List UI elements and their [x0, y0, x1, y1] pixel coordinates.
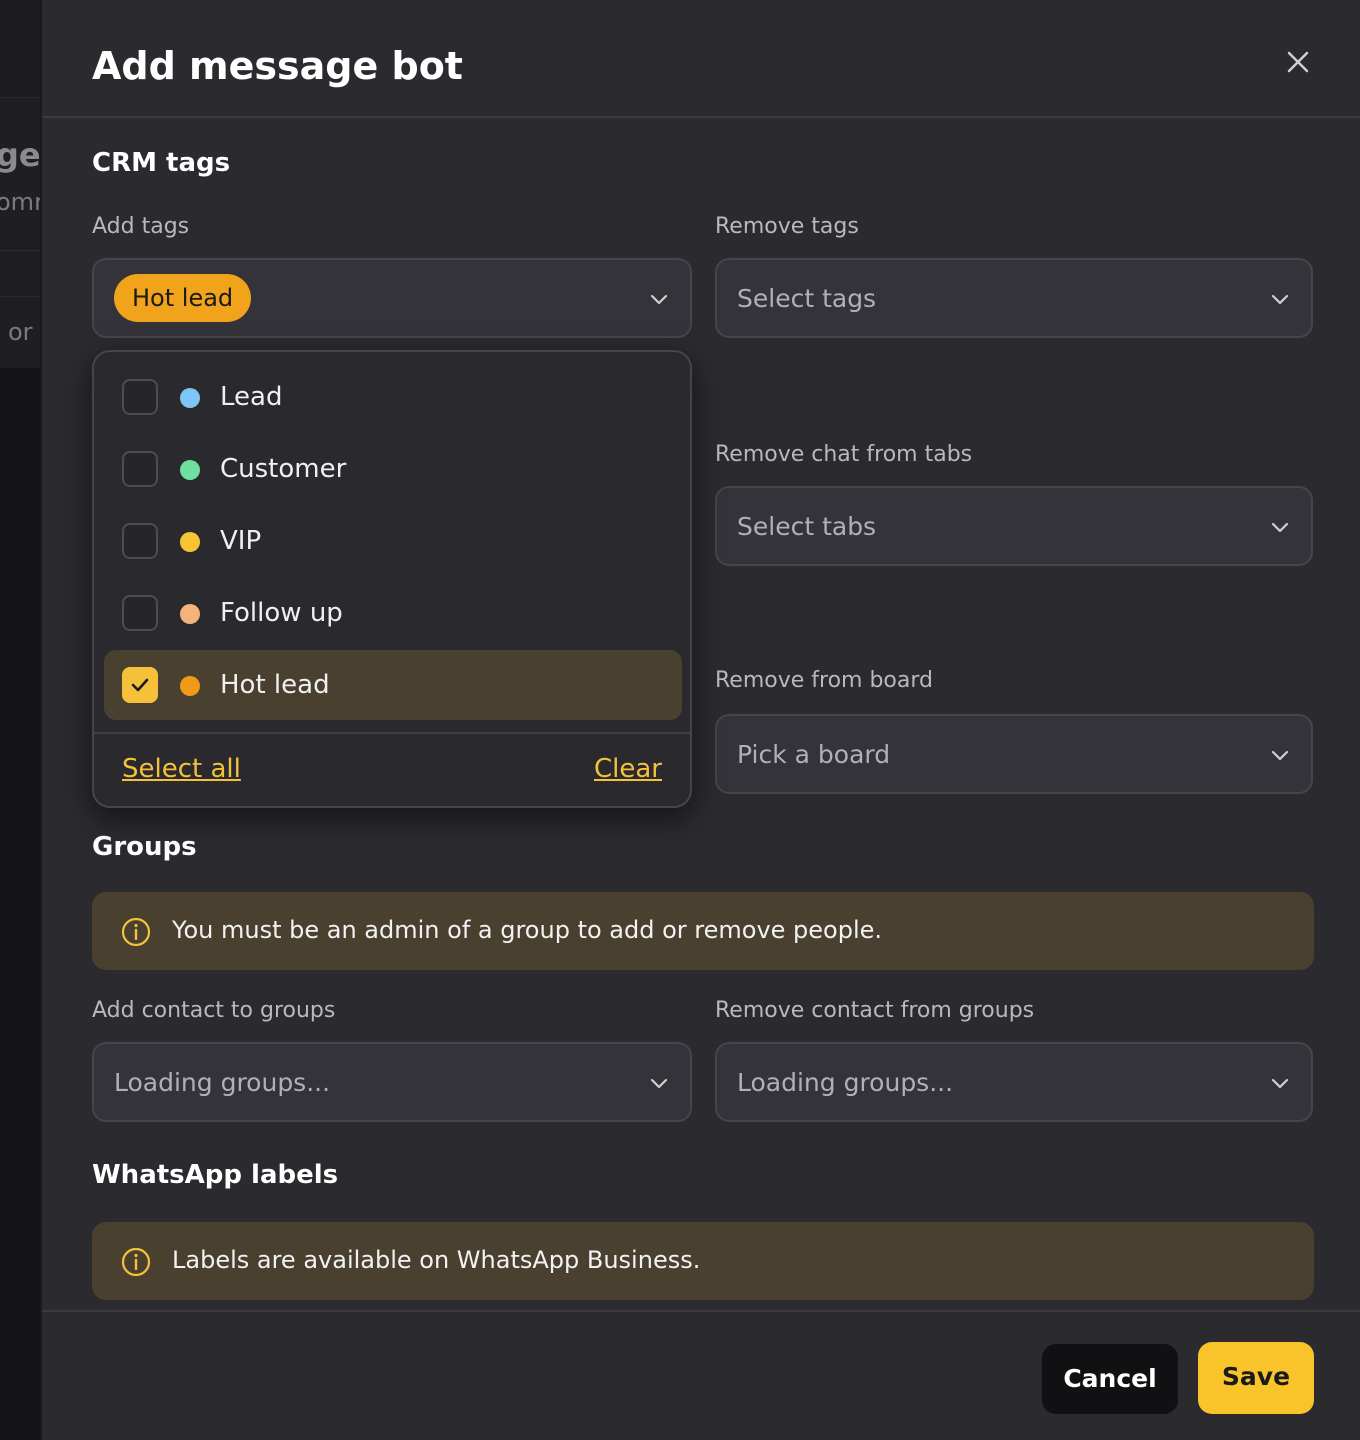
tag-option-label: Hot lead	[220, 670, 330, 700]
groups-heading: Groups	[92, 832, 197, 862]
remove-groups-select[interactable]: Loading groups...	[715, 1042, 1313, 1122]
chevron-down-icon	[1271, 294, 1289, 305]
dropdown-footer: Select all Clear	[94, 732, 690, 808]
add-tags-label: Add tags	[92, 214, 190, 239]
add-groups-placeholder: Loading groups...	[114, 1068, 331, 1097]
groups-admin-notice: You must be an admin of a group to add o…	[92, 892, 1314, 970]
background-overlay	[0, 368, 40, 1440]
background-page: s ge omr or	[0, 0, 40, 1440]
remove-board-select[interactable]: Pick a board	[715, 714, 1313, 794]
chevron-down-icon	[1271, 522, 1289, 533]
selected-tag-chip[interactable]: Hot lead	[114, 274, 252, 322]
tag-color-dot	[180, 604, 200, 624]
tag-checkbox[interactable]	[122, 451, 158, 487]
tag-checkbox[interactable]	[122, 523, 158, 559]
whatsapp-notice: Labels are available on WhatsApp Busines…	[92, 1222, 1314, 1300]
tag-color-dot	[180, 460, 200, 480]
tag-option[interactable]: Lead	[104, 362, 682, 432]
tag-dropdown-menu: Lead Customer VIP Follow up Hot lead Sel…	[92, 350, 692, 808]
chevron-down-icon	[650, 294, 668, 305]
crm-tags-heading: CRM tags	[92, 148, 231, 178]
chevron-down-icon	[650, 1078, 668, 1089]
remove-tags-label: Remove tags	[715, 214, 859, 239]
tag-color-dot	[180, 676, 200, 696]
checkmark-icon	[131, 678, 149, 692]
whatsapp-notice-text: Labels are available on WhatsApp Busines…	[172, 1246, 701, 1274]
info-icon	[121, 1247, 151, 1277]
add-groups-label: Add contact to groups	[92, 998, 336, 1023]
tag-checkbox-checked[interactable]	[122, 667, 158, 703]
close-icon	[1287, 51, 1309, 73]
remove-board-placeholder: Pick a board	[737, 740, 891, 769]
background-text-fragment: or	[8, 318, 33, 346]
remove-tags-placeholder: Select tags	[737, 284, 877, 313]
add-message-bot-modal: Add message bot CRM tags Add tags Hot le…	[40, 0, 1360, 1440]
select-all-link[interactable]: Select all	[122, 754, 241, 784]
modal-header: Add message bot	[42, 0, 1360, 118]
clear-link[interactable]: Clear	[594, 754, 662, 784]
chevron-down-icon	[1271, 1078, 1289, 1089]
tag-color-dot	[180, 388, 200, 408]
groups-notice-text: You must be an admin of a group to add o…	[172, 916, 883, 944]
tag-option-label: Follow up	[220, 598, 343, 628]
info-icon	[121, 917, 151, 947]
remove-tags-select[interactable]: Select tags	[715, 258, 1313, 338]
cancel-button[interactable]: Cancel	[1042, 1344, 1178, 1414]
tag-option-selected[interactable]: Hot lead	[104, 650, 682, 720]
whatsapp-labels-heading: WhatsApp labels	[92, 1160, 339, 1190]
add-tags-select[interactable]: Hot lead	[92, 258, 692, 338]
background-text-fragment: ge	[0, 136, 40, 174]
remove-groups-placeholder: Loading groups...	[737, 1068, 954, 1097]
tag-checkbox[interactable]	[122, 595, 158, 631]
close-button[interactable]	[1282, 46, 1314, 78]
add-groups-select[interactable]: Loading groups...	[92, 1042, 692, 1122]
tag-option[interactable]: Customer	[104, 434, 682, 504]
modal-title: Add message bot	[92, 44, 463, 88]
background-text-fragment: omr	[0, 188, 40, 216]
modal-footer: Cancel Save	[42, 1310, 1360, 1440]
remove-tabs-label: Remove chat from tabs	[715, 442, 973, 467]
tag-option-label: Lead	[220, 382, 283, 412]
tag-option-label: VIP	[220, 526, 262, 556]
tag-checkbox[interactable]	[122, 379, 158, 415]
tag-option[interactable]: Follow up	[104, 578, 682, 648]
remove-tabs-select[interactable]: Select tabs	[715, 486, 1313, 566]
tag-option-label: Customer	[220, 454, 347, 484]
chevron-down-icon	[1271, 750, 1289, 761]
tag-color-dot	[180, 532, 200, 552]
remove-tabs-placeholder: Select tabs	[737, 512, 877, 541]
save-button[interactable]: Save	[1198, 1342, 1314, 1414]
remove-groups-label: Remove contact from groups	[715, 998, 1035, 1023]
tag-option[interactable]: VIP	[104, 506, 682, 576]
remove-board-label: Remove from board	[715, 668, 933, 693]
